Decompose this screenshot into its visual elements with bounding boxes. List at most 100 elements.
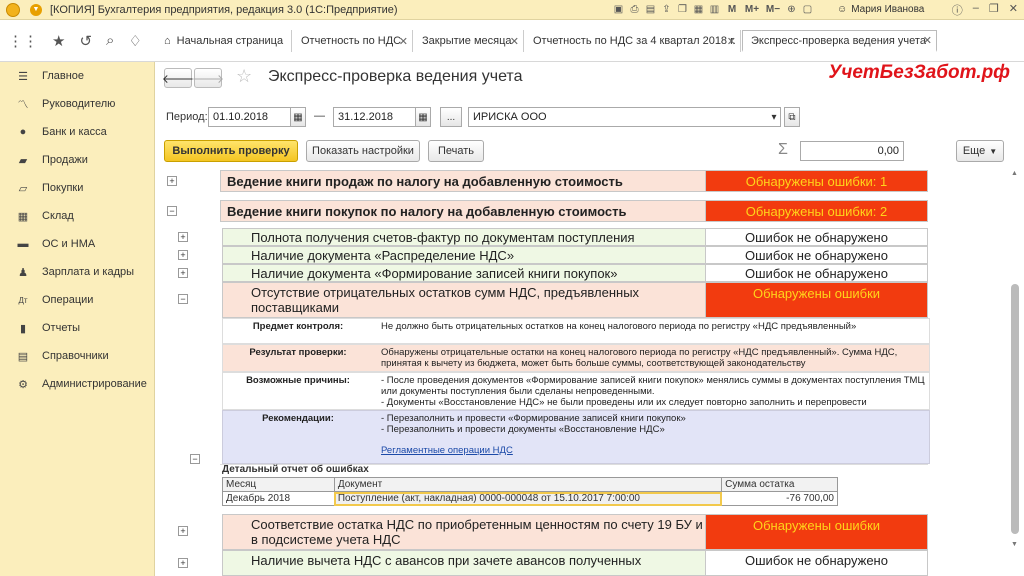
close-icon[interactable]: ✕ [399,35,408,48]
copy-icon[interactable]: ❐ [676,3,689,16]
sum-field: 0,00 [800,141,904,161]
date-from-calendar-button[interactable]: ▦ [290,107,306,127]
sidebar-item-warehouse[interactable]: ▦ Склад [0,202,154,230]
run-check-button[interactable]: Выполнить проверку [164,140,298,162]
window-title: [КОПИЯ] Бухгалтерия предприятия, редакци… [50,3,398,16]
memory-icon[interactable]: M [724,3,740,16]
tab-home[interactable]: ⌂ Начальная страница [156,30,292,52]
close-icon[interactable]: ✕ [510,35,519,48]
minimize-icon[interactable]: – [973,2,979,18]
print-icon[interactable]: ⎙ [628,3,641,16]
check-row-purchase-records[interactable]: Наличие документа «Формирование записей … [222,264,928,282]
expand-icon[interactable]: + [178,558,188,568]
check-row-purchase-book[interactable]: Ведение книги покупок по налогу на добав… [220,200,928,222]
organization-dropdown-button[interactable]: ▾ [766,107,782,127]
tab-vat-reporting[interactable]: Отчетность по НДС ✕ [293,30,413,52]
sidebar-item-label: Администрирование [42,378,147,390]
check-label: Наличие вычета НДС с авансов при зачете … [251,553,642,568]
calendar-icon[interactable]: ▦ [692,3,705,16]
calculator-icon[interactable]: ▥ [708,3,721,16]
collapse-icon[interactable]: − [190,454,200,464]
print-button[interactable]: Печать [428,140,484,162]
sidebar-item-operations[interactable]: Дт Операции [0,286,154,314]
info-icon[interactable]: ⓘ [952,2,963,18]
people-icon: ♟ [18,266,28,279]
status-text: Ошибок не обнаружено [705,247,927,263]
zoom-icon[interactable]: ⊕ [785,3,798,16]
check-row-advance-vat[interactable]: Наличие вычета НДС с авансов при зачете … [222,550,928,576]
sidebar-item-label: Зарплата и кадры [42,266,135,278]
check-row-invoices[interactable]: Полнота получения счетов-фактур по докум… [222,228,928,246]
more-button[interactable]: Еще ▼ [956,140,1004,162]
status-text: Ошибок не обнаружено [705,265,927,281]
sidebar-item-label: Главное [42,70,85,82]
sidebar-item-reports[interactable]: ▮ Отчеты [0,314,154,342]
check-row-sales-book[interactable]: Ведение книги продаж по налогу на добавл… [220,170,928,192]
close-icon[interactable]: ✕ [1009,2,1018,18]
cause-line: - Документы «Восстановление НДС» не были… [381,397,867,408]
sidebar-item-director[interactable]: 〽 Руководителю [0,90,154,118]
check-row-balance-19[interactable]: Соответствие остатка НДС по приобретенны… [222,514,928,550]
check-row-negative-balances[interactable]: Отсутствие отрицательных остатков сумм Н… [222,282,928,318]
apps-grid-icon[interactable]: ⋮⋮ [8,32,38,50]
expand-icon[interactable]: + [167,176,177,186]
sidebar-item-bank[interactable]: ● Банк и касса [0,118,154,146]
favorite-star-icon[interactable]: ☆ [236,66,252,87]
tab-month-close[interactable]: Закрытие месяца ✕ [414,30,524,52]
notifications-bell-icon[interactable]: ♢ [128,32,141,50]
tab-vat-q4[interactable]: Отчетность по НДС за 4 квартал 2018 г. ✕ [525,30,741,52]
sidebar-item-label: Справочники [42,350,109,362]
history-icon[interactable]: ↺ [79,32,92,50]
expand-icon[interactable]: + [178,232,188,242]
vat-operations-link[interactable]: Регламентные операции НДС [381,445,925,456]
status-text: Ошибок не обнаружено [705,551,927,575]
book-icon: ▤ [17,350,29,363]
vertical-scrollbar[interactable]: ▲ ▼ [1008,170,1022,548]
close-icon[interactable]: ✕ [727,35,736,48]
sidebar-item-purchases[interactable]: ▱ Покупки [0,174,154,202]
tab-express-check[interactable]: Экспресс-проверка ведения учета ✕ [742,30,937,52]
close-icon[interactable]: ✕ [923,34,932,47]
forward-button[interactable]: 🡒 [192,68,224,88]
check-results-tree: + Ведение книги продаж по налогу на доба… [164,170,1008,576]
organization-open-button[interactable]: ⧉ [784,107,800,127]
column-header: Документ [333,477,723,492]
memory-plus-icon[interactable]: M+ [743,3,761,16]
tab-label: Отчетность по НДС [301,35,402,47]
restore-icon[interactable]: ❐ [989,2,999,18]
table-row[interactable]: Декабрь 2018 Поступление (акт, накладная… [222,491,838,506]
sidebar-item-assets[interactable]: ▬ ОС и НМА [0,230,154,258]
scrollbar-thumb[interactable] [1011,284,1019,534]
main-menu-icon[interactable]: ▼ [30,3,42,16]
save-icon[interactable]: ▣ [612,3,625,16]
period-select-button[interactable]: ... [440,107,462,127]
expand-icon[interactable]: + [178,268,188,278]
date-to-calendar-button[interactable]: ▦ [415,107,431,127]
sidebar-item-sales[interactable]: ▰ Продажи [0,146,154,174]
collapse-icon[interactable]: − [178,294,188,304]
sidebar-item-main[interactable]: ☰ Главное [0,62,154,90]
collapse-icon[interactable]: − [167,206,177,216]
detail-key: Предмет контроля: [252,321,344,332]
sidebar-item-admin[interactable]: ⚙ Администрирование [0,370,154,398]
current-user[interactable]: ☺ Мария Иванова [837,4,924,15]
show-settings-button[interactable]: Показать настройки [306,140,420,162]
memory-minus-icon[interactable]: M− [764,3,782,16]
search-icon[interactable]: ⌕ [106,32,114,50]
expand-icon[interactable]: + [178,526,188,536]
upload-icon[interactable]: ⇪ [660,3,673,16]
check-row-vat-distribution[interactable]: Наличие документа «Распределение НДС» Ош… [222,246,928,264]
organization-field[interactable]: ИРИСКА ООО [468,107,781,127]
scroll-down-icon[interactable]: ▼ [1011,541,1018,548]
sidebar-item-payroll[interactable]: ♟ Зарплата и кадры [0,258,154,286]
sidebar-item-catalogs[interactable]: ▤ Справочники [0,342,154,370]
favorites-star-icon[interactable]: ★ [52,32,65,50]
table-cell-selected[interactable]: Поступление (акт, накладная) 0000-000048… [333,491,723,506]
preview-icon[interactable]: ▤ [644,3,657,16]
table-cell: Декабрь 2018 [222,491,335,506]
back-button[interactable]: 🡐 [162,68,194,88]
fullscreen-icon[interactable]: ▢ [801,3,814,16]
table-header-row: Месяц Документ Сумма остатка [222,477,838,492]
expand-icon[interactable]: + [178,250,188,260]
scroll-up-icon[interactable]: ▲ [1011,170,1018,177]
